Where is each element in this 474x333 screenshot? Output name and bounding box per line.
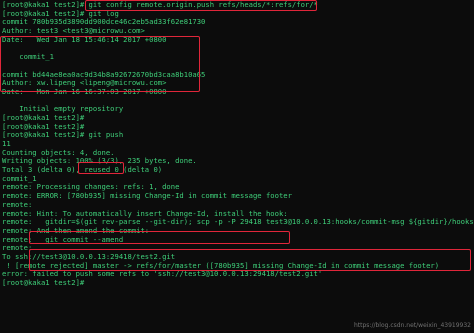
terminal-line: [root@kaka1 test2]# git push [2, 130, 124, 140]
terminal-window[interactable]: [root@kaka1 test2]# git config remote.or… [0, 0, 474, 333]
terminal-line: Total 3 (delta 0), reused 0 (delta 0) [2, 165, 163, 175]
watermark: https://blog.csdn.net/weixin_43919932 [353, 322, 471, 330]
terminal-line: Date: Mon Jan 16 16:37:03 2017 +0800 [2, 86, 167, 96]
terminal-line: remote: ERROR: [780b935] missing Change-… [2, 191, 292, 201]
terminal-line: remote: git commit --amend [2, 234, 124, 244]
terminal-line: commit_1 [2, 52, 54, 62]
terminal-output: [root@kaka1 test2]# git config remote.or… [0, 0, 474, 288]
terminal-line: Date: Wed Jan 18 15:46:14 2017 +0800 [2, 34, 167, 44]
terminal-line: [root@kaka1 test2]# [2, 278, 85, 287]
